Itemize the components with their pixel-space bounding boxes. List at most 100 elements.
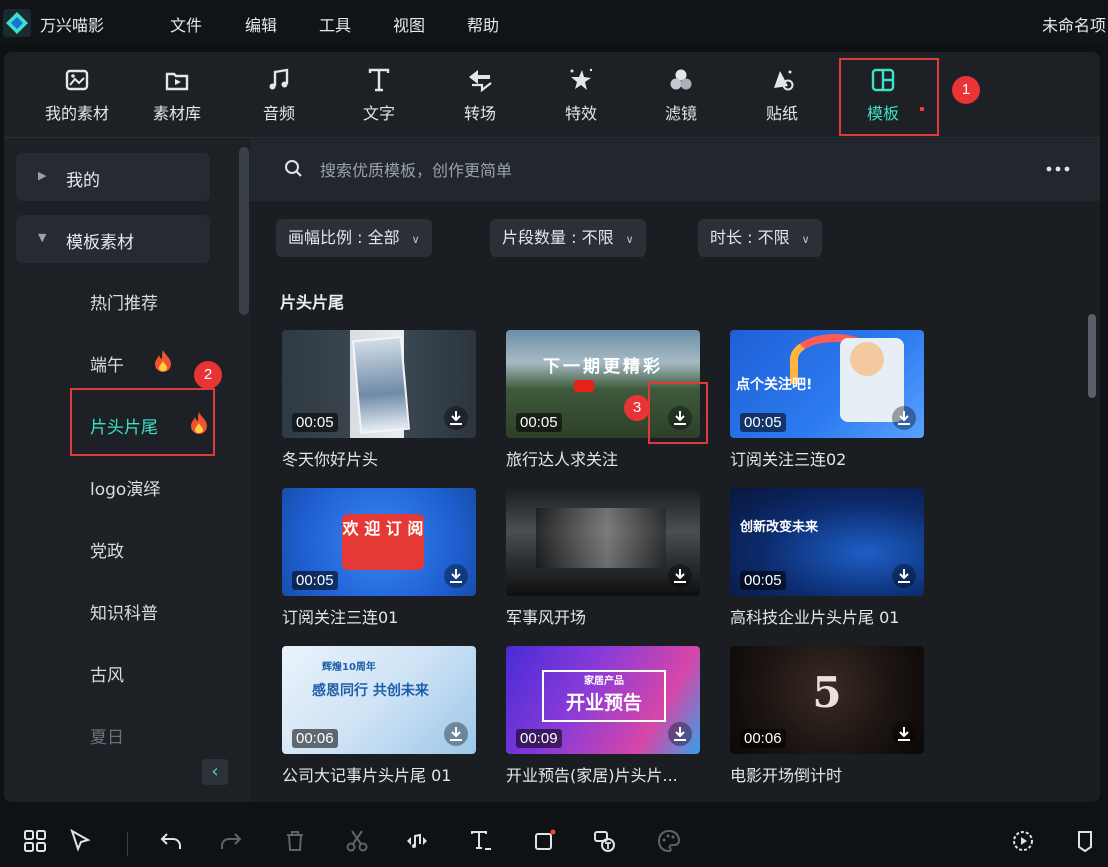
more-options-icon[interactable] (1044, 159, 1072, 179)
undo-icon[interactable] (158, 828, 186, 856)
tab-label: 素材库 (152, 104, 201, 123)
sidebar-group-label: 模板素材 (66, 233, 134, 253)
menu-edit[interactable]: 编辑 (245, 12, 277, 36)
tab-audio[interactable]: 音频 (234, 66, 324, 132)
template-title: 高科技企业片头片尾 01 (730, 608, 900, 627)
search-input[interactable] (320, 154, 960, 186)
media-panel: 我的素材 素材库 音频 文字 转场 特效 滤镜 贴纸 模板 1 ▶ 我的 ▼ 模… (4, 52, 1100, 802)
caret-right-icon: ▶ (38, 169, 47, 182)
download-icon[interactable] (892, 564, 916, 588)
collapse-sidebar-button[interactable]: ‹ (202, 759, 228, 785)
template-title: 军事风开场 (506, 608, 587, 627)
menu-bar: 万兴喵影 文件 编辑 工具 视图 帮助 未命名项 (0, 0, 1108, 44)
sidebar-item-logo[interactable]: logo演绎 (90, 475, 160, 500)
scissors-icon[interactable] (344, 828, 372, 856)
crop-icon[interactable] (532, 828, 560, 856)
template-title: 电影开场倒计时 (730, 766, 843, 785)
template-card[interactable]: 欢 迎 订 阅 00:05 订阅关注三连01 (282, 488, 478, 628)
menu-tools[interactable]: 工具 (319, 12, 351, 36)
sidebar-item-party-gov[interactable]: 党政 (90, 537, 124, 562)
overlay-text: 开业预告 (565, 692, 642, 714)
download-icon[interactable] (668, 722, 692, 746)
tab-label: 文字 (362, 104, 395, 123)
template-card[interactable]: 家居产品 开业预告 00:09 开业预告(家居)片头片... (506, 646, 702, 786)
sidebar-item-dragon-boat[interactable]: 端午 (90, 351, 124, 376)
tab-effects[interactable]: 特效 (536, 66, 626, 132)
overlay-text: 5 (812, 668, 842, 717)
tab-text[interactable]: 文字 (334, 66, 424, 132)
speech-to-text-icon[interactable] (592, 828, 620, 856)
template-title: 订阅关注三连01 (282, 608, 399, 627)
filter-clip-count[interactable]: 片段数量 : 不限 ∨ (490, 219, 646, 257)
select-cursor-icon[interactable] (68, 828, 96, 856)
tab-label: 音频 (262, 104, 295, 123)
template-card[interactable]: 辉煌10周年 感恩同行 共创未来 00:06 公司大记事片头片尾 01 (282, 646, 478, 786)
download-icon[interactable] (444, 564, 468, 588)
duration-label: 00:09 (516, 729, 562, 748)
download-icon[interactable] (668, 564, 692, 588)
tab-label: 贴纸 (765, 104, 798, 123)
render-preview-icon[interactable] (1010, 828, 1038, 856)
duration-label: 00:05 (516, 413, 562, 432)
filter-aspect-ratio[interactable]: 画幅比例 : 全部 ∨ (276, 219, 432, 257)
sidebar-item-ancient[interactable]: 古风 (90, 661, 124, 686)
duration-label: 00:05 (740, 413, 786, 432)
sidebar-group-mine[interactable]: ▶ 我的 (16, 153, 210, 201)
download-icon[interactable] (892, 722, 916, 746)
bottom-toolbar (0, 810, 1108, 867)
marker-icon[interactable] (1072, 828, 1100, 856)
color-palette-icon[interactable] (656, 828, 684, 856)
template-card[interactable]: 00:05 冬天你好片头 (282, 330, 478, 470)
sidebar-group-template-assets[interactable]: ▼ 模板素材 (16, 215, 210, 263)
template-card[interactable]: 5 00:06 电影开场倒计时 (730, 646, 926, 786)
overlay-subtext: 家居产品 (584, 676, 624, 687)
tab-label: 我的素材 (44, 104, 109, 123)
sidebar-item-science[interactable]: 知识科普 (90, 599, 158, 624)
filter-duration[interactable]: 时长 : 不限 ∨ (698, 219, 822, 257)
sticker-icon (737, 66, 827, 98)
sidebar-scrollbar[interactable] (239, 147, 249, 315)
sidebar-item-hot[interactable]: 热门推荐 (90, 289, 158, 314)
menu-view[interactable]: 视图 (393, 12, 425, 36)
template-thumbnail: 欢 迎 订 阅 00:05 (282, 488, 476, 596)
template-title: 开业预告(家居)片头片... (506, 766, 678, 785)
download-icon[interactable] (444, 406, 468, 430)
menu-help[interactable]: 帮助 (467, 12, 499, 36)
text-icon (334, 66, 424, 98)
content-scrollbar[interactable] (1088, 314, 1096, 398)
redo-icon[interactable] (218, 828, 246, 856)
duration-label: 00:06 (292, 729, 338, 748)
tab-my-media[interactable]: 我的素材 (32, 66, 122, 132)
template-thumbnail: 点个关注吧! 00:05 (730, 330, 924, 438)
annotation-badge-3: 3 (624, 395, 650, 421)
add-text-icon[interactable] (468, 828, 496, 856)
template-thumbnail: 辉煌10周年 感恩同行 共创未来 00:06 (282, 646, 476, 754)
annotation-box-3 (648, 382, 708, 444)
template-thumbnail: 创新改变未来 00:05 (730, 488, 924, 596)
tab-stock-library[interactable]: 素材库 (132, 66, 222, 132)
duration-label: 00:05 (292, 413, 338, 432)
template-content: 画幅比例 : 全部 ∨ 片段数量 : 不限 ∨ 时长 : 不限 ∨ 片头片尾 00:0… (250, 139, 1100, 802)
layout-grid-icon[interactable] (22, 828, 50, 856)
tab-transition[interactable]: 转场 (435, 66, 525, 132)
delete-icon[interactable] (282, 828, 310, 856)
template-card[interactable]: 军事风开场 (506, 488, 702, 628)
sidebar-item-summer[interactable]: 夏日 (90, 723, 124, 748)
audio-split-icon[interactable] (404, 828, 432, 856)
tab-filter[interactable]: 滤镜 (636, 66, 726, 132)
effects-icon (536, 66, 626, 98)
chevron-down-icon: ∨ (625, 233, 634, 246)
tab-label: 滤镜 (664, 104, 697, 123)
annotation-badge-2: 2 (194, 361, 222, 389)
tab-label: 转场 (463, 104, 496, 123)
chevron-down-icon: ∨ (411, 233, 420, 246)
menu-file[interactable]: 文件 (170, 12, 202, 36)
download-icon[interactable] (892, 406, 916, 430)
template-card[interactable]: 点个关注吧! 00:05 订阅关注三连02 (730, 330, 926, 470)
filter-label: 片段数量 : 不限 (502, 228, 614, 247)
sidebar: ▶ 我的 ▼ 模板素材 热门推荐 端午 片头片尾 2 logo演绎 党政 知识科… (4, 139, 250, 802)
template-card[interactable]: 创新改变未来 00:05 高科技企业片头片尾 01 (730, 488, 926, 628)
tab-sticker[interactable]: 贴纸 (737, 66, 827, 132)
download-icon[interactable] (444, 722, 468, 746)
template-thumbnail (506, 488, 700, 596)
